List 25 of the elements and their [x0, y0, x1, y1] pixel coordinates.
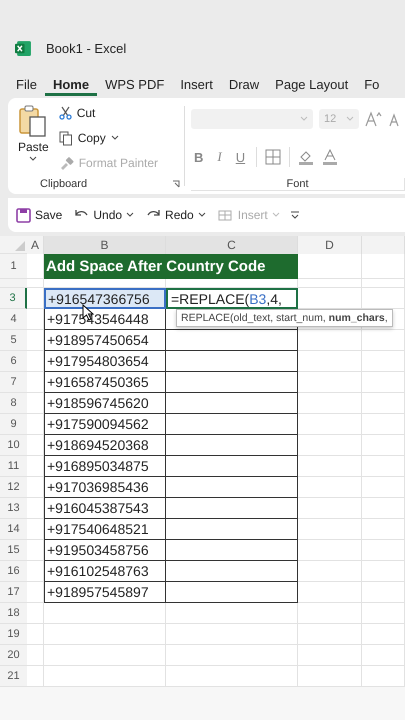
row-number: 15	[7, 544, 20, 556]
group-label: Font	[286, 178, 308, 190]
row-number: 5	[10, 334, 17, 346]
row-number: 19	[7, 628, 20, 640]
row-number: 21	[7, 670, 20, 682]
row-number: 20	[7, 649, 20, 661]
row-number: 3	[9, 292, 16, 304]
row-number: 7	[10, 376, 17, 388]
row-number: 4	[10, 313, 17, 325]
row-number: 11	[8, 460, 20, 472]
window-title: Book1 - Excel	[46, 40, 126, 56]
row-number: 12	[7, 481, 20, 493]
function-tooltip: REPLACE(old_text, start_num, num_chars,	[176, 309, 393, 327]
title-cell: Add Space After Country Code	[44, 254, 298, 279]
row-number: 9	[10, 418, 17, 430]
row-number: 17	[7, 586, 20, 598]
row-number: 1	[10, 260, 17, 272]
row-number: 16	[7, 565, 20, 577]
row-number: 13	[7, 502, 20, 514]
row-number: 18	[7, 607, 20, 619]
group-label: Clipboard	[40, 178, 88, 190]
row-number: 10	[7, 439, 20, 451]
row-number: 14	[7, 523, 20, 535]
row-number: 8	[10, 397, 17, 409]
row-number: 6	[10, 355, 17, 367]
